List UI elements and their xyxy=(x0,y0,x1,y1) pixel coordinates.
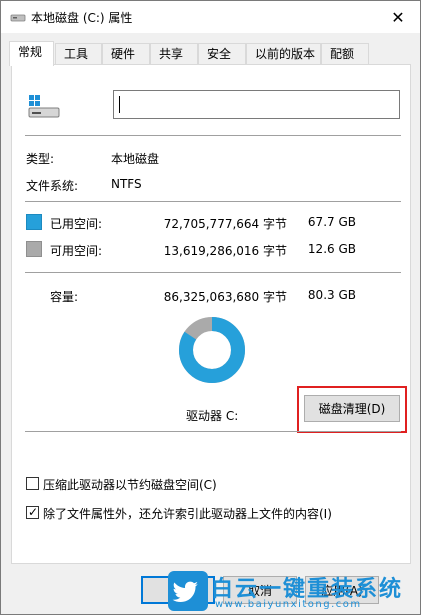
watermark: 白云一键重装系统 www.baiyunxitong.com xyxy=(167,570,419,615)
filesystem-label: 文件系统: xyxy=(26,179,79,193)
filesystem-value: NTFS xyxy=(111,177,142,191)
drive-name-input[interactable] xyxy=(113,90,400,119)
tab-hardware[interactable]: 硬件 xyxy=(102,43,150,65)
watermark-url: www.baiyunxitong.com xyxy=(215,599,362,610)
divider xyxy=(25,201,401,202)
free-space-label: 可用空间: xyxy=(50,244,103,258)
capacity-bytes: 86,325,063,680 字节 xyxy=(163,290,287,304)
tab-security[interactable]: 安全 xyxy=(198,43,246,65)
compress-label[interactable]: 压缩此驱动器以节约磁盘空间(C) xyxy=(43,476,217,493)
divider xyxy=(25,272,401,273)
tab-previous-versions[interactable]: 以前的版本 xyxy=(246,43,321,65)
used-space-bytes: 72,705,777,664 字节 xyxy=(163,217,287,231)
free-space-size: 12.6 GB xyxy=(307,242,356,256)
type-label: 类型: xyxy=(26,152,55,166)
drive-letter-label: 驱动器 C: xyxy=(186,409,239,423)
capacity-label: 容量: xyxy=(50,290,79,304)
free-space-swatch xyxy=(26,241,42,257)
free-space-bytes: 13,619,286,016 字节 xyxy=(163,244,287,258)
tab-tools[interactable]: 工具 xyxy=(55,43,102,65)
window-title: 本地磁盘 (C:) 属性 xyxy=(31,11,133,25)
properties-window: 本地磁盘 (C:) 属性 ✕ 常规 工具 硬件 共享 安全 以前的版本 配额 类… xyxy=(0,0,421,615)
index-checkbox[interactable]: ✓ xyxy=(26,505,39,519)
general-panel: 类型: 本地磁盘 文件系统: NTFS 已用空间: 72,705,777,664… xyxy=(11,64,411,564)
tab-sharing[interactable]: 共享 xyxy=(150,43,198,65)
index-label[interactable]: 除了文件属性外，还允许索引此驱动器上文件的内容(I) xyxy=(43,505,332,522)
type-value: 本地磁盘 xyxy=(111,152,160,166)
divider xyxy=(25,431,401,432)
drive-title-icon xyxy=(10,14,26,22)
text-caret xyxy=(119,96,120,113)
twitter-bird-logo xyxy=(168,571,208,611)
disk-cleanup-button[interactable]: 磁盘清理(D) xyxy=(304,395,400,422)
drive-icon xyxy=(28,95,60,118)
used-space-size: 67.7 GB xyxy=(307,215,356,229)
usage-donut-chart xyxy=(179,317,245,383)
close-icon: ✕ xyxy=(391,7,405,27)
checkmark-icon: ✓ xyxy=(28,505,39,519)
capacity-size: 80.3 GB xyxy=(307,288,356,302)
close-button[interactable]: ✕ xyxy=(376,1,420,33)
tab-quota[interactable]: 配额 xyxy=(321,43,369,65)
used-space-label: 已用空间: xyxy=(50,217,103,231)
title-bar[interactable]: 本地磁盘 (C:) 属性 ✕ xyxy=(1,1,420,33)
divider xyxy=(25,135,401,136)
tab-general[interactable]: 常规 xyxy=(9,41,54,66)
used-space-swatch xyxy=(26,214,42,230)
compress-checkbox[interactable] xyxy=(26,477,39,490)
